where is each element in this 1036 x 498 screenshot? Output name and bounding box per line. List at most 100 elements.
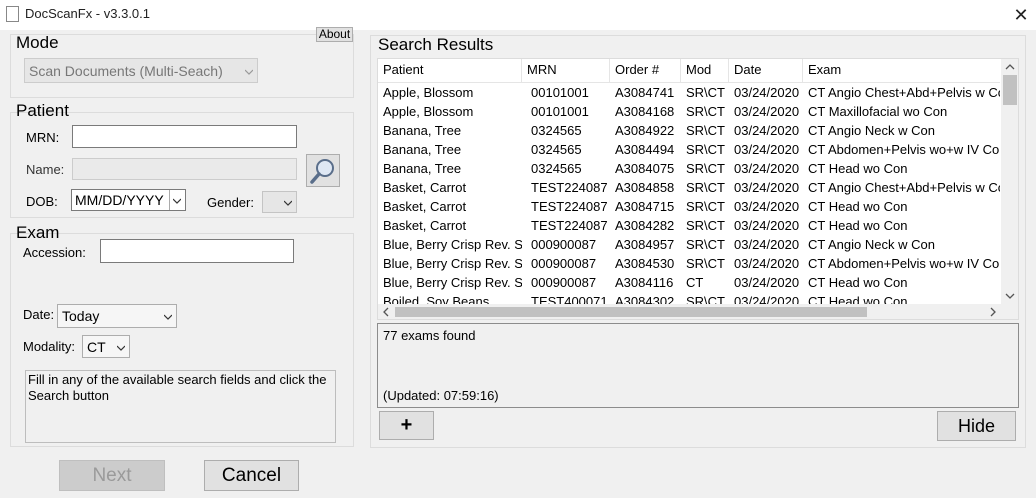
table-row[interactable]: Banana, Tree 0324565 A3084494 SR\CT 03/24/20…: [378, 140, 1000, 159]
hide-button[interactable]: Hide: [937, 411, 1016, 441]
cell-mrn: 0324565: [531, 142, 582, 157]
add-button[interactable]: +: [379, 411, 434, 440]
cell-order: A3084741: [615, 85, 675, 100]
chevron-down-icon: [245, 69, 253, 75]
cell-patient: Basket, Carrot: [383, 180, 467, 195]
modality-select[interactable]: CT: [82, 335, 130, 358]
cell-patient: Banana, Tree: [383, 142, 462, 157]
table-row[interactable]: Basket, Carrot TEST224087 A3084715 SR\CT 03/…: [378, 197, 1000, 216]
cell-patient: Basket, Carrot: [383, 218, 467, 233]
dob-dropdown[interactable]: [169, 190, 185, 210]
cell-mrn: 000900087: [531, 256, 597, 271]
date-label: Date:: [23, 307, 55, 322]
table-row[interactable]: Blue, Berry Crisp Rev. Sr. 000900087 A3084…: [378, 254, 1000, 273]
chevron-down-icon: [284, 200, 292, 206]
scroll-up-icon[interactable]: [1001, 59, 1019, 75]
cell-date: 03/24/2020: [734, 85, 800, 100]
cell-order: A3084858: [615, 180, 675, 195]
dob-input-value: MM/DD/YYYY: [75, 192, 164, 208]
column-header-patient[interactable]: Patient: [378, 59, 522, 83]
vertical-scrollbar[interactable]: [1001, 59, 1019, 304]
cell-exam: CT Abdomen+Pelvis wo+w IV Con: [808, 256, 1000, 271]
cell-patient: Blue, Berry Crisp Rev. Sr.: [383, 275, 522, 290]
cell-order: A3084116: [615, 275, 674, 290]
table-row[interactable]: Banana, Tree 0324565 A3084922 SR\CT 03/24/20…: [378, 121, 1000, 140]
name-input[interactable]: [72, 158, 297, 180]
table-row[interactable]: Apple, Blossom 00101001 A3084168 SR\CT 03/24…: [378, 102, 1000, 121]
gender-select[interactable]: [262, 191, 297, 213]
chevron-down-icon: [173, 198, 181, 204]
column-header-mod[interactable]: Mod: [681, 59, 729, 83]
table-row[interactable]: Blue, Berry Crisp Rev. Sr. 000900087 A3084…: [378, 273, 1000, 292]
horizontal-scrollbar[interactable]: [378, 304, 1001, 320]
exam-title: Exam: [16, 223, 60, 242]
cell-date: 03/24/2020: [734, 161, 800, 176]
about-button[interactable]: About: [316, 27, 353, 42]
date-select[interactable]: Today: [57, 304, 177, 328]
scroll-down-icon[interactable]: [1001, 288, 1019, 304]
cell-order: A3084282: [615, 218, 675, 233]
cell-mrn: 0324565: [531, 161, 582, 176]
table-row[interactable]: Apple, Blossom 00101001 A3084741 SR\CT 03/24…: [378, 83, 1000, 102]
cell-mrn: TEST224087: [531, 199, 608, 214]
scrollbar-corner: [1001, 304, 1018, 319]
results-title: Search Results: [378, 35, 494, 54]
column-header-mrn[interactable]: MRN: [522, 59, 610, 83]
cell-exam: CT Head wo Con: [808, 199, 908, 214]
cell-mod: SR\CT: [686, 85, 725, 100]
cell-exam: CT Head wo Con: [808, 218, 908, 233]
cell-patient: Apple, Blossom: [383, 104, 474, 119]
hint-text: Fill in any of the available search fiel…: [25, 370, 336, 443]
cell-date: 03/24/2020: [734, 142, 800, 157]
table-row[interactable]: Basket, Carrot TEST224087 A3084282 SR\CT 03/…: [378, 216, 1000, 235]
cell-patient: Basket, Carrot: [383, 199, 467, 214]
horizontal-scroll-thumb[interactable]: [395, 307, 867, 317]
cell-exam: CT Angio Chest+Abd+Pelvis w Con: [808, 85, 1000, 100]
cell-mrn: TEST224087: [531, 218, 608, 233]
mode-title: Mode: [16, 33, 59, 52]
cell-order: A3084494: [615, 142, 675, 157]
cell-date: 03/24/2020: [734, 123, 800, 138]
cell-date: 03/24/2020: [734, 256, 800, 271]
cell-date: 03/24/2020: [734, 180, 800, 195]
cell-exam: CT Head wo Con: [808, 161, 908, 176]
mrn-input[interactable]: [72, 125, 297, 148]
close-button[interactable]: ✕: [1006, 0, 1036, 30]
mode-select[interactable]: Scan Documents (Multi-Seach): [24, 58, 258, 83]
cell-order: A3084168: [615, 104, 675, 119]
mode-select-value: Scan Documents (Multi-Seach): [29, 63, 223, 79]
next-button[interactable]: Next: [59, 460, 165, 491]
search-button[interactable]: [306, 154, 340, 187]
results-grid[interactable]: Patient MRN Order # Mod Date Exam Apple,…: [377, 58, 1019, 320]
cell-mod: SR\CT: [686, 199, 725, 214]
cancel-button[interactable]: Cancel: [204, 460, 299, 491]
cell-patient: Blue, Berry Crisp Rev. Sr.: [383, 237, 522, 252]
table-row[interactable]: Blue, Berry Crisp Rev. Sr. 000900087 A3084…: [378, 235, 1000, 254]
column-header-order[interactable]: Order #: [610, 59, 681, 83]
cell-mrn: TEST224087: [531, 180, 608, 195]
dob-input[interactable]: MM/DD/YYYY: [71, 189, 186, 211]
scroll-left-icon[interactable]: [378, 304, 394, 320]
cell-order: A3084530: [615, 256, 675, 271]
table-row[interactable]: Basket, Carrot TEST224087 A3084858 SR\CT 03/…: [378, 178, 1000, 197]
vertical-scroll-thumb[interactable]: [1003, 75, 1017, 105]
cell-exam: CT Maxillofacial wo Con: [808, 104, 948, 119]
accession-input[interactable]: [100, 239, 294, 263]
cell-mod: SR\CT: [686, 104, 725, 119]
accession-label: Accession:: [23, 245, 86, 260]
column-header-date[interactable]: Date: [729, 59, 803, 83]
grid-header: Patient MRN Order # Mod Date Exam: [378, 59, 1000, 83]
cell-date: 03/24/2020: [734, 218, 800, 233]
exam-count: 77 exams found: [383, 328, 476, 343]
cell-order: A3084075: [615, 161, 675, 176]
window-title: DocScanFx - v3.3.0.1: [25, 6, 150, 21]
modality-select-value: CT: [87, 339, 106, 355]
cell-mod: SR\CT: [686, 123, 725, 138]
dob-label: DOB:: [26, 194, 58, 209]
cell-exam: CT Angio Neck w Con: [808, 237, 935, 252]
scroll-right-icon[interactable]: [985, 304, 1001, 320]
column-header-exam[interactable]: Exam: [803, 59, 1000, 83]
cell-mod: SR\CT: [686, 180, 725, 195]
table-row[interactable]: Banana, Tree 0324565 A3084075 SR\CT 03/24/20…: [378, 159, 1000, 178]
chevron-down-icon: [164, 314, 172, 320]
